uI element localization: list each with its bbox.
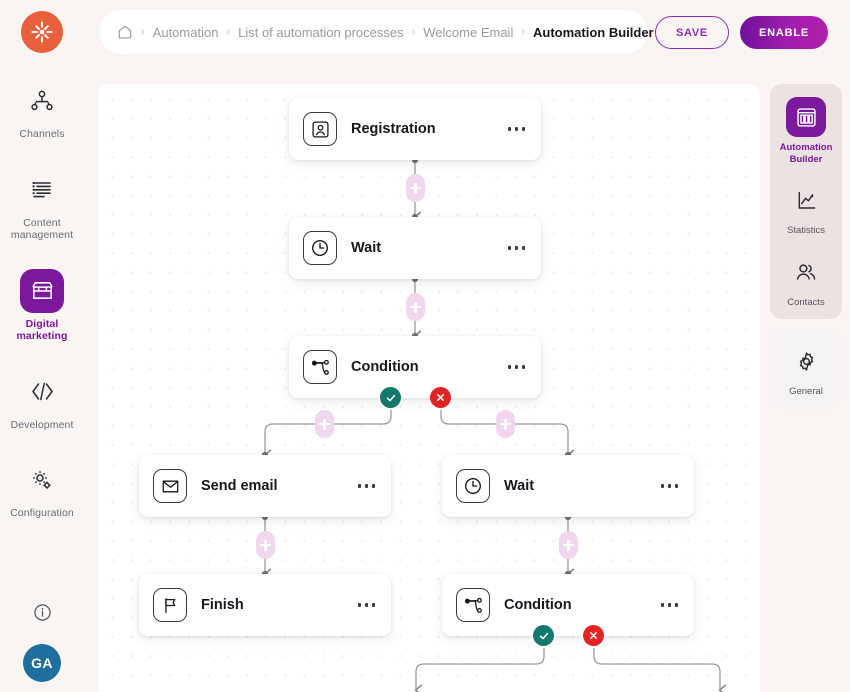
home-icon[interactable] (117, 24, 133, 40)
add-step-button[interactable] (406, 293, 425, 321)
content-lines-icon (20, 168, 64, 212)
flow-node-title: Wait (351, 240, 382, 256)
flow-node-title: Finish (201, 597, 244, 613)
left-sidebar: Channels Content management Digital mark… (0, 0, 84, 692)
right-panel-item-automation-builder[interactable]: Automation Builder (770, 97, 842, 165)
enable-button[interactable]: ENABLE (740, 16, 828, 49)
breadcrumb-separator: › (226, 26, 231, 38)
sidebar-item-label: Digital marketing (16, 317, 68, 343)
ellipsis-icon[interactable] (506, 240, 527, 255)
ellipsis-icon[interactable] (659, 478, 680, 493)
sidebar-item-channels[interactable]: Channels (0, 79, 84, 141)
sidebar-bottom: GA (23, 597, 61, 692)
right-panel-item-label: Statistics (786, 225, 825, 236)
gear-icon (786, 341, 826, 381)
condition-yes-port[interactable] (533, 625, 554, 646)
envelope-icon (153, 469, 187, 503)
network-nodes-icon (20, 79, 64, 123)
sidebar-nav: Channels Content management Digital mark… (0, 79, 84, 547)
add-step-button[interactable] (315, 410, 334, 438)
avatar[interactable]: GA (23, 644, 61, 682)
sidebar-item-label: Development (10, 418, 74, 431)
right-panel-item-statistics[interactable]: Statistics (770, 180, 842, 237)
ellipsis-icon[interactable] (356, 597, 377, 612)
condition-branch-icon (303, 350, 337, 384)
flow-node-condition-1[interactable]: Condition (289, 336, 541, 398)
avatar-initials: GA (31, 655, 53, 671)
flow-node-send-email[interactable]: Send email (139, 455, 391, 517)
flow-node-condition-2[interactable]: Condition (442, 574, 694, 636)
flow-canvas[interactable]: Registration Wait Condition Send email W… (99, 84, 760, 692)
add-step-button[interactable] (496, 410, 515, 438)
sidebar-item-label: Content management (10, 216, 74, 242)
sidebar-item-development[interactable]: Development (0, 370, 84, 432)
ellipsis-icon[interactable] (356, 478, 377, 493)
registration-id-card-icon (303, 112, 337, 146)
condition-no-port[interactable] (583, 625, 604, 646)
right-panel-item-label: Contacts (787, 296, 825, 308)
sunburst-logo[interactable] (21, 11, 63, 53)
sidebar-item-label: Channels (19, 128, 65, 140)
condition-branch-icon (456, 588, 490, 622)
save-button[interactable]: SAVE (655, 16, 729, 49)
sidebar-item-content-management[interactable]: Content management (0, 168, 84, 242)
breadcrumb-item-automation-builder: Automation Builder (533, 24, 654, 40)
right-panel-item-contacts[interactable]: Contacts (770, 252, 842, 309)
flow-node-title: Wait (504, 478, 535, 494)
flow-node-wait-2[interactable]: Wait (442, 455, 694, 517)
breadcrumb-item-welcome-email[interactable]: Welcome Email (423, 25, 513, 40)
clock-icon (456, 469, 490, 503)
breadcrumb-separator: › (411, 26, 416, 38)
people-icon (786, 252, 826, 292)
sunburst-icon (31, 21, 53, 43)
breadcrumb-item-automation[interactable]: Automation (153, 25, 219, 40)
add-step-button[interactable] (406, 174, 425, 202)
breadcrumb-separator: › (521, 26, 525, 38)
ellipsis-icon[interactable] (506, 359, 527, 374)
info-circle-icon[interactable] (27, 597, 57, 627)
ellipsis-icon[interactable] (506, 121, 527, 136)
add-step-button[interactable] (559, 531, 578, 559)
flow-node-registration[interactable]: Registration (289, 98, 541, 160)
builder-board-icon (786, 97, 826, 137)
breadcrumb-separator: › (141, 26, 145, 38)
flow-node-title: Registration (351, 121, 436, 137)
right-panel-item-general[interactable]: General (770, 341, 842, 398)
right-panel: Automation Builder Statistics Contacts G… (770, 84, 842, 409)
sidebar-item-configuration[interactable]: Configuration (0, 458, 84, 520)
clock-icon (303, 231, 337, 265)
sidebar-item-digital-marketing[interactable]: Digital marketing (0, 268, 84, 343)
flow-node-wait-1[interactable]: Wait (289, 217, 541, 279)
code-brackets-icon (20, 370, 64, 414)
gears-icon (20, 458, 64, 502)
flag-icon (153, 588, 187, 622)
ellipsis-icon[interactable] (659, 597, 680, 612)
flow-node-title: Send email (201, 478, 278, 494)
line-chart-icon (786, 180, 826, 220)
flow-node-title: Condition (351, 359, 419, 375)
breadcrumb-item-list-of-automation-processes[interactable]: List of automation processes (238, 25, 403, 40)
add-step-button[interactable] (256, 531, 275, 559)
storefront-icon (20, 268, 64, 313)
flow-node-finish[interactable]: Finish (139, 574, 391, 636)
flow-node-title: Condition (504, 597, 572, 613)
condition-yes-port[interactable] (380, 387, 401, 408)
right-panel-item-label: General (789, 386, 823, 397)
breadcrumb: › Automation › List of automation proces… (99, 10, 654, 54)
condition-no-port[interactable] (430, 387, 451, 408)
right-panel-general-group: General (770, 328, 842, 409)
right-panel-main-group: Automation Builder Statistics Contacts (770, 84, 842, 319)
right-panel-item-label: Automation Builder (779, 142, 833, 165)
sidebar-item-label: Configuration (10, 507, 74, 519)
